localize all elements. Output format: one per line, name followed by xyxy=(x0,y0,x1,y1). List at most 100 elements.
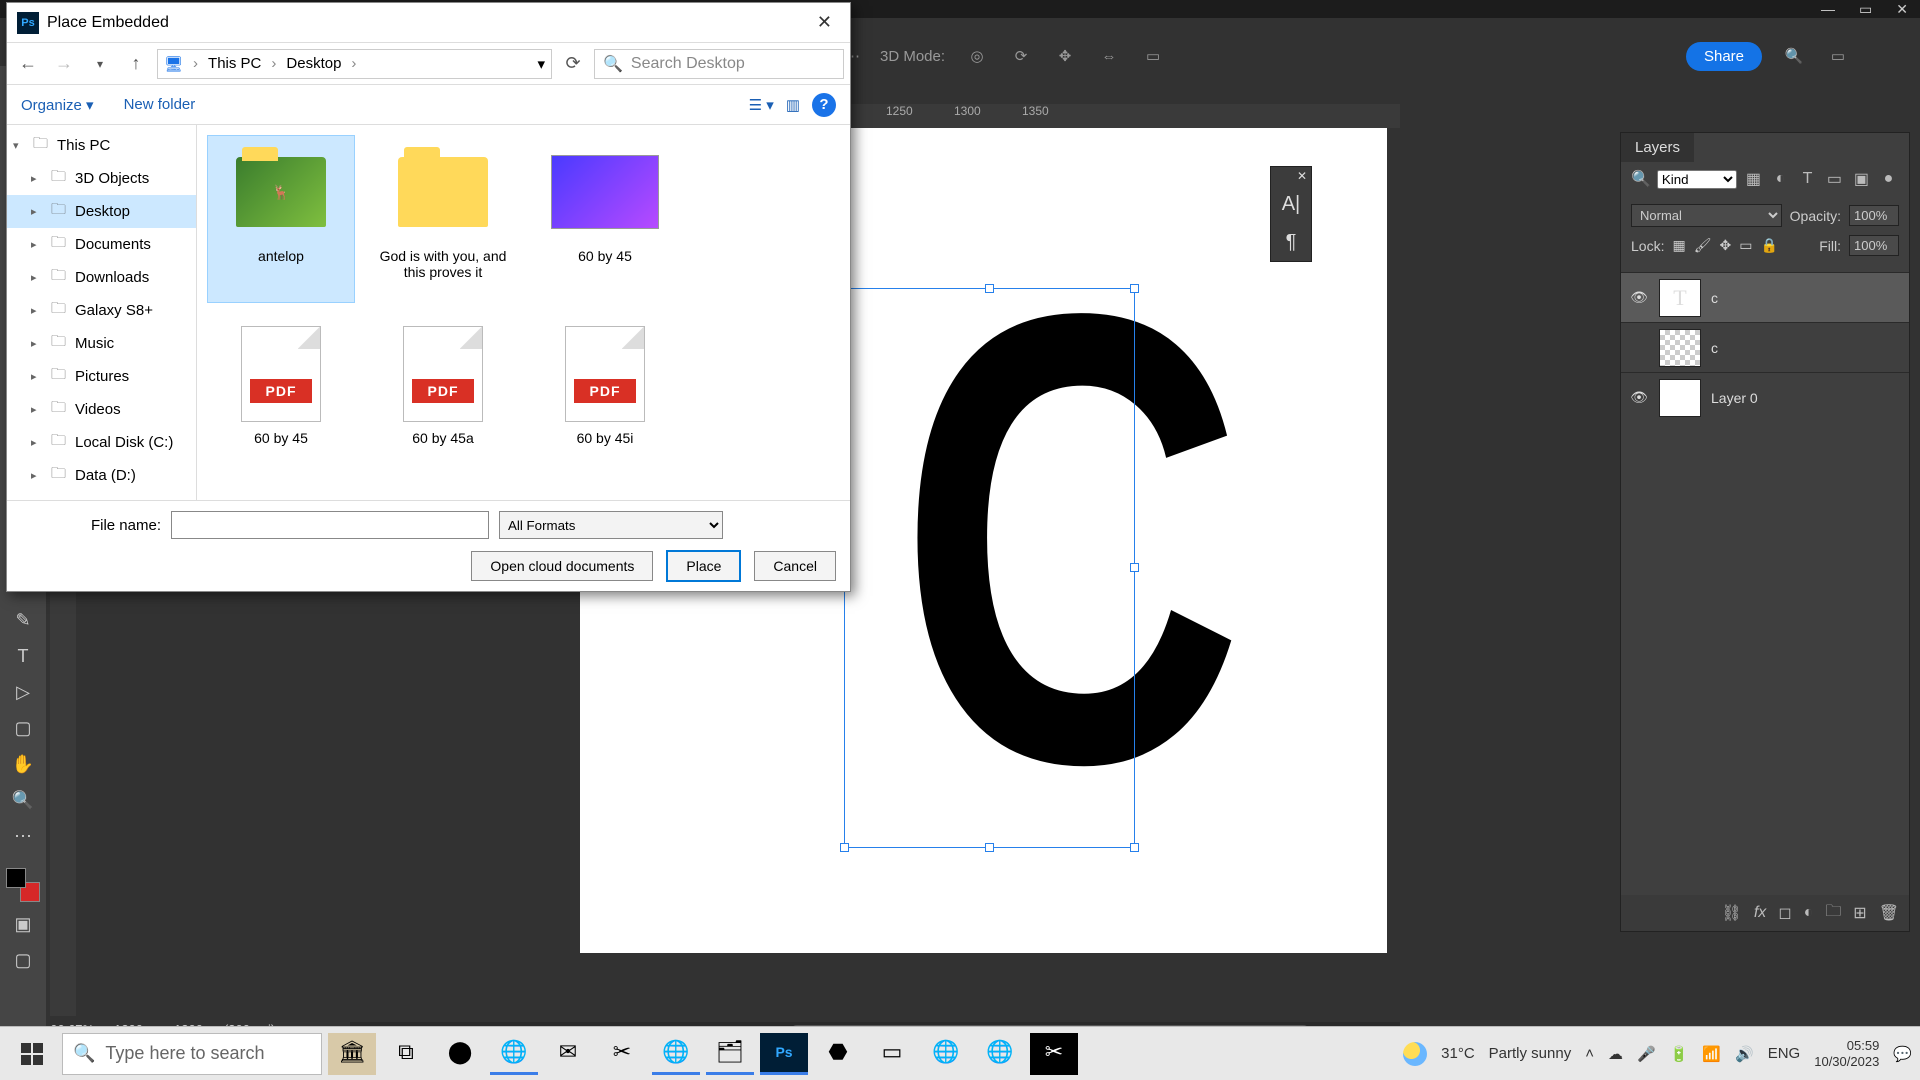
breadcrumb-segment[interactable]: Desktop xyxy=(286,55,341,72)
lock-image-icon[interactable]: 🖌 xyxy=(1694,237,1712,254)
filter-toggle-icon[interactable]: ● xyxy=(1878,168,1899,190)
breadcrumb[interactable]: 🖥 › This PC › Desktop › ▾ xyxy=(157,49,552,79)
orbit-icon[interactable]: ◎ xyxy=(965,44,989,68)
start-button[interactable] xyxy=(8,1033,56,1075)
cancel-button[interactable]: Cancel xyxy=(754,551,836,581)
taskbar-app[interactable]: ⬣ xyxy=(814,1033,862,1075)
taskbar-chrome[interactable]: 🌐 xyxy=(490,1033,538,1075)
lock-artboard-icon[interactable]: ▭ xyxy=(1739,237,1752,254)
language-indicator[interactable]: ENG xyxy=(1768,1045,1801,1062)
file-item[interactable]: PDF60 by 45i xyxy=(531,317,679,485)
taskbar-snip[interactable]: ✂ xyxy=(598,1033,646,1075)
tree-item[interactable]: ▸🗀Local Disk (C:) xyxy=(7,426,196,459)
lock-position-icon[interactable]: ✥ xyxy=(1719,237,1731,254)
mask-icon[interactable]: ◻ xyxy=(1778,903,1791,923)
view-mode-button[interactable]: ☰ ▾ xyxy=(749,96,774,114)
transform-bounding-box[interactable] xyxy=(844,288,1135,848)
window-close-button[interactable]: ✕ xyxy=(1896,1,1908,18)
type-align-icon[interactable]: A| xyxy=(1271,185,1311,223)
weather-temp[interactable]: 31°C xyxy=(1441,1045,1475,1062)
visibility-toggle[interactable]: 👁 xyxy=(1629,389,1649,406)
help-icon[interactable]: ? xyxy=(812,93,836,117)
refresh-button[interactable]: ⟳ xyxy=(558,49,588,79)
transform-handle[interactable] xyxy=(840,843,849,852)
transform-handle[interactable] xyxy=(1130,843,1139,852)
search-icon[interactable]: 🔍 xyxy=(1631,169,1651,189)
layer-thumb[interactable] xyxy=(1659,379,1701,417)
battery-icon[interactable]: 🔋 xyxy=(1670,1045,1689,1063)
system-clock[interactable]: 05:59 10/30/2023 xyxy=(1814,1038,1879,1069)
taskbar-capcut[interactable]: ✂ xyxy=(1030,1033,1078,1075)
taskbar-edge[interactable]: 🌐 xyxy=(922,1033,970,1075)
task-view-button[interactable]: ⧉ xyxy=(382,1033,430,1075)
rectangle-tool[interactable]: ▢ xyxy=(9,714,37,742)
organize-menu[interactable]: Organize ▾ xyxy=(21,96,94,114)
share-button[interactable]: Share xyxy=(1686,42,1762,71)
mic-icon[interactable]: 🎤 xyxy=(1637,1045,1656,1063)
tree-item[interactable]: ▸🗀Videos xyxy=(7,393,196,426)
tree-item[interactable]: ▸🗀Downloads xyxy=(7,261,196,294)
window-minimize-button[interactable]: — xyxy=(1821,1,1835,17)
fx-icon[interactable]: fx xyxy=(1754,904,1766,922)
preview-pane-button[interactable]: ▥ xyxy=(786,96,800,114)
zoom-tool[interactable]: 🔍 xyxy=(9,786,37,814)
paragraph-icon[interactable]: ¶ xyxy=(1271,223,1311,261)
filter-adjust-icon[interactable]: ◐ xyxy=(1770,168,1791,190)
lock-transparent-icon[interactable]: ▦ xyxy=(1672,237,1685,254)
slide-icon[interactable]: ⇔ xyxy=(1097,44,1121,68)
volume-icon[interactable]: 🔊 xyxy=(1735,1045,1754,1063)
file-item[interactable]: PDF60 by 45 xyxy=(207,317,355,485)
back-button[interactable]: ← xyxy=(13,49,43,79)
taskbar-app[interactable]: 🏛 xyxy=(328,1033,376,1075)
navigation-tree[interactable]: ▾🗀This PC▸🗀3D Objects▸🗀Desktop▸🗀Document… xyxy=(7,125,197,500)
roll-icon[interactable]: ⟳ xyxy=(1009,44,1033,68)
layer-name[interactable]: c xyxy=(1711,290,1718,306)
taskbar-explorer[interactable]: 🗂 xyxy=(706,1033,754,1075)
taskbar-mail[interactable]: ✉ xyxy=(544,1033,592,1075)
transform-handle[interactable] xyxy=(1130,563,1139,572)
layer-name[interactable]: Layer 0 xyxy=(1711,390,1758,406)
tray-chevron-icon[interactable]: ˄ xyxy=(1585,1045,1594,1062)
transform-handle[interactable] xyxy=(985,843,994,852)
file-item[interactable]: 🦌antelop xyxy=(207,135,355,303)
weather-icon[interactable] xyxy=(1403,1042,1427,1066)
file-item[interactable]: 60 by 45 xyxy=(531,135,679,303)
quick-mask-icon[interactable]: ▣ xyxy=(9,910,37,938)
search-icon[interactable]: 🔍 xyxy=(1782,44,1806,68)
edit-toolbar[interactable]: ⋯ xyxy=(9,822,37,850)
layer-row[interactable]: 👁 Layer 0 xyxy=(1621,372,1909,422)
taskbar-chrome3[interactable]: 🌐 xyxy=(976,1033,1024,1075)
pan-icon[interactable]: ✥ xyxy=(1053,44,1077,68)
window-restore-button[interactable]: ▭ xyxy=(1859,1,1872,18)
character-panel-mini[interactable]: ✕ A| ¶ xyxy=(1270,166,1312,262)
foreground-color-swatch[interactable] xyxy=(6,868,26,888)
tree-item[interactable]: ▸🗀3D Objects xyxy=(7,162,196,195)
group-icon[interactable]: 🗀 xyxy=(1825,900,1841,927)
tree-item[interactable]: ▸🗀HP_TOOLS (E:) xyxy=(7,492,196,500)
adjustment-icon[interactable]: ◐ xyxy=(1804,904,1814,922)
chevron-down-icon[interactable]: ▾ xyxy=(537,55,545,73)
new-layer-icon[interactable]: ⊞ xyxy=(1853,903,1866,923)
file-item[interactable]: PDF60 by 45a xyxy=(369,317,517,485)
close-icon[interactable]: ✕ xyxy=(1271,167,1311,185)
place-button[interactable]: Place xyxy=(667,551,740,581)
tree-item[interactable]: ▸🗀Desktop xyxy=(7,195,196,228)
type-tool[interactable]: T xyxy=(9,642,37,670)
pen-tool[interactable]: ✎ xyxy=(9,606,37,634)
taskbar-app[interactable]: ▭ xyxy=(868,1033,916,1075)
breadcrumb-segment[interactable]: This PC xyxy=(208,55,261,72)
taskbar-photoshop[interactable]: Ps xyxy=(760,1033,808,1075)
visibility-toggle[interactable]: 👁 xyxy=(1629,289,1649,306)
fill-input[interactable] xyxy=(1849,235,1899,256)
link-layers-icon[interactable]: ⛓ xyxy=(1722,903,1742,923)
opacity-input[interactable] xyxy=(1849,205,1899,226)
camera-icon[interactable]: ▭ xyxy=(1141,44,1165,68)
layer-row[interactable]: c xyxy=(1621,322,1909,372)
close-icon[interactable]: ✕ xyxy=(809,12,840,33)
delete-icon[interactable]: 🗑 xyxy=(1879,903,1899,923)
taskbar-chrome2[interactable]: 🌐 xyxy=(652,1033,700,1075)
tree-item[interactable]: ▸🗀Pictures xyxy=(7,360,196,393)
onedrive-icon[interactable]: ☁ xyxy=(1608,1045,1623,1063)
lock-all-icon[interactable]: 🔒 xyxy=(1760,237,1777,254)
wifi-icon[interactable]: 📶 xyxy=(1702,1045,1721,1063)
